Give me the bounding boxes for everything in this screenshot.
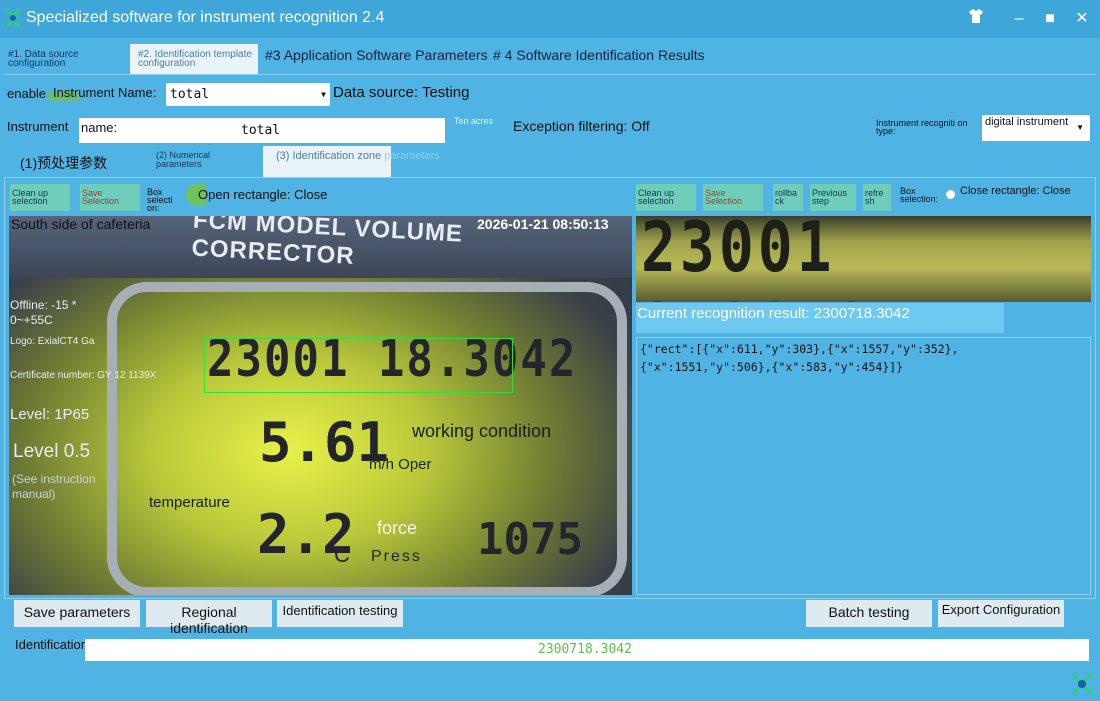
- minimize-button[interactable]: –: [1007, 8, 1031, 30]
- tab-identification-results[interactable]: # 4 Software Identification Results: [493, 47, 705, 77]
- subtab-numerical-parameters[interactable]: (2) Numerical parameters: [156, 151, 226, 169]
- regional-identification-button[interactable]: Regional identification: [146, 600, 272, 636]
- camera-timestamp: 2026-01-21 08:50:13: [477, 216, 609, 232]
- save-parameters-button[interactable]: Save parameters: [14, 600, 140, 627]
- tab-data-source[interactable]: #1. Data source configuration: [8, 44, 118, 74]
- open-rectangle-toggle[interactable]: Open rectangle: Close: [186, 184, 346, 206]
- identification-box[interactable]: [204, 338, 513, 393]
- recognition-type-select[interactable]: digital instrument ▼: [982, 115, 1090, 141]
- export-configuration-button[interactable]: Export Configuration: [938, 600, 1064, 627]
- instrument-name-select[interactable]: total ▼: [166, 83, 330, 106]
- subtab-preprocessing[interactable]: (1)预处理参数: [20, 153, 107, 173]
- clean-up-selection-button-right[interactable]: Clean up selection: [636, 184, 696, 211]
- app-logo-icon: [1071, 672, 1093, 696]
- close-rectangle-radio[interactable]: [946, 190, 955, 199]
- cropped-reading-image: 23001 8.3042: [636, 216, 1091, 302]
- divider: [4, 74, 1096, 75]
- note-force: force: [377, 518, 418, 538]
- box-selection-label: Box selecti on:: [147, 187, 173, 213]
- enable-label: enable: [7, 86, 47, 101]
- name-value: total: [241, 123, 281, 138]
- instrument-name-value: total: [170, 87, 210, 102]
- subtab-identification-zone-label: (3) Identification zone: [276, 150, 382, 162]
- subtab-identification-zone[interactable]: (3) Identification zone parameters: [263, 146, 440, 177]
- current-recognition-result: Current recognition result: 2300718.3042: [636, 303, 1004, 333]
- flow-unit: m/h Oper: [369, 456, 432, 473]
- clean-up-selection-button[interactable]: Clean up selection: [10, 184, 70, 211]
- ten-acres-label: Ten acres: [454, 116, 494, 126]
- camera-view[interactable]: FCM MODEL VOLUME CORRECTOR 2026-01-21 08…: [9, 216, 632, 595]
- recognition-type-value: digital instrument: [985, 116, 1069, 128]
- recognition-type-label: Instrument recogniti on type:: [876, 118, 968, 136]
- data-source-label: Data source: Testing: [333, 84, 470, 101]
- exception-filtering-label[interactable]: Exception filtering: Off: [513, 118, 650, 134]
- previous-step-button[interactable]: Previous step: [810, 184, 856, 211]
- tab-identification-template[interactable]: #2. Identification template configuratio…: [130, 44, 258, 74]
- skin-icon[interactable]: [964, 8, 988, 30]
- close-button[interactable]: ✕: [1070, 8, 1094, 30]
- note-temperature: temperature: [149, 494, 230, 511]
- save-selection-button-right[interactable]: Save Selection: [703, 184, 763, 211]
- press-value: 1075: [477, 514, 583, 565]
- temperature-unit: C: [334, 542, 350, 567]
- box-selection-label-right: Box selection:: [900, 186, 939, 204]
- app-logo-icon: [5, 8, 21, 28]
- tab-application-parameters[interactable]: #3 Application Software Parameters: [265, 47, 488, 77]
- camera-location: South side of cafeteria: [11, 216, 151, 232]
- rollback-button[interactable]: rollba ck: [773, 184, 803, 211]
- identification-testing-button[interactable]: Identification testing: [277, 600, 403, 627]
- batch-testing-button[interactable]: Batch testing: [806, 600, 932, 627]
- name-field[interactable]: name: total: [79, 118, 445, 143]
- note-working-condition: working condition: [412, 421, 552, 441]
- note-level-2: Level 0.5: [13, 441, 91, 462]
- note-logo: Logo: ExialCT4 Ga: [10, 336, 95, 347]
- close-rectangle-toggle[interactable]: Close rectangle: Close: [960, 185, 1071, 197]
- note-certificate: Certificate number: GY 12 1139X: [10, 370, 157, 381]
- note-level-1: Level: 1P65: [10, 406, 90, 423]
- instrument-name-label: Instrument Name:: [53, 85, 157, 100]
- chevron-down-icon: ▼: [1076, 123, 1084, 132]
- chevron-down-icon: ▼: [321, 90, 326, 99]
- note-see-manual: (See instruction manual): [12, 472, 96, 501]
- cropped-digits: 23001 8.3042: [641, 216, 871, 302]
- subtab-overflow-text: parameters: [381, 150, 440, 162]
- press-label: Press: [371, 548, 422, 565]
- refresh-button[interactable]: refre sh: [863, 184, 891, 211]
- instrument-label: Instrument: [7, 119, 69, 134]
- maximize-button[interactable]: ■: [1038, 8, 1062, 30]
- rect-json-output[interactable]: {"rect":[{"x":611,"y":303},{"x":1557,"y"…: [636, 337, 1091, 595]
- identification-result-field[interactable]: 2300718.3042: [85, 639, 1089, 661]
- save-selection-button[interactable]: Save Selection: [80, 184, 140, 211]
- window-title: Specialized software for instrument reco…: [26, 9, 385, 26]
- note-offline: Offline: -15 * 0~+55C: [10, 298, 77, 327]
- name-label: name:: [81, 120, 118, 135]
